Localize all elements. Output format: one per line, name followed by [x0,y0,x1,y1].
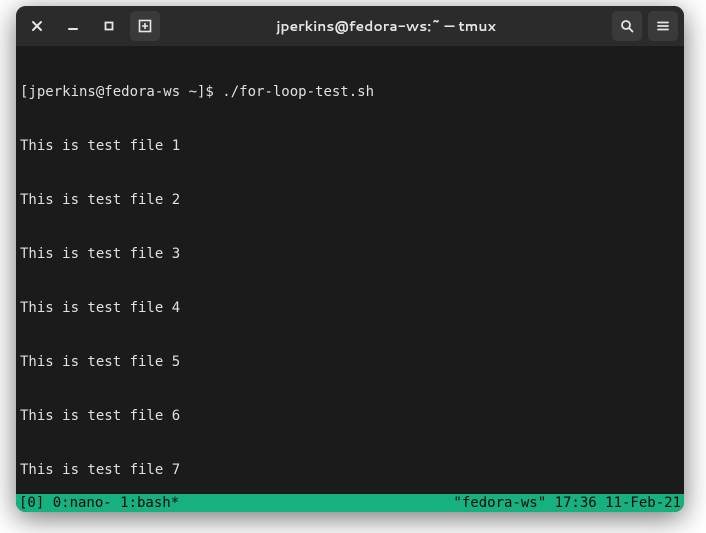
menu-button[interactable] [648,11,678,41]
output-line: This is test file 4 [20,299,680,317]
maximize-icon [103,20,115,32]
search-button[interactable] [612,11,642,41]
search-icon [620,19,634,33]
hamburger-menu-icon [656,19,670,33]
prompt-text: [jperkins@fedora-ws ~]$ [20,84,222,100]
output-line: This is test file 7 [20,461,680,479]
output-line: This is test file 3 [20,245,680,263]
command-text: ./for-loop-test.sh [222,84,374,100]
output-line: This is test file 1 [20,137,680,155]
terminal-area[interactable]: [jperkins@fedora-ws ~]$ ./for-loop-test.… [16,46,684,512]
window-title: jperkins@fedora-ws:~ — tmux [166,16,606,36]
minimize-button[interactable] [58,11,88,41]
close-button[interactable] [22,11,52,41]
maximize-button[interactable] [94,11,124,41]
tmux-status-right: "fedora-ws" 17:36 11-Feb-21 [453,494,681,512]
close-icon [31,20,43,32]
prompt-line: [jperkins@fedora-ws ~]$ ./for-loop-test.… [20,83,680,101]
new-tab-button[interactable] [130,11,160,41]
tmux-status-left: [0] 0:nano- 1:bash* [19,494,179,512]
output-line: This is test file 5 [20,353,680,371]
tmux-status-fill [179,494,453,512]
output-line: This is test file 6 [20,407,680,425]
minimize-icon [67,20,79,32]
output-line: This is test file 2 [20,191,680,209]
new-tab-icon [138,19,152,33]
titlebar: jperkins@fedora-ws:~ — tmux [16,6,684,46]
terminal-window: jperkins@fedora-ws:~ — tmux [jperkins@fe… [16,6,684,512]
tmux-status-bar: [0] 0:nano- 1:bash* "fedora-ws" 17:36 11… [16,494,684,512]
